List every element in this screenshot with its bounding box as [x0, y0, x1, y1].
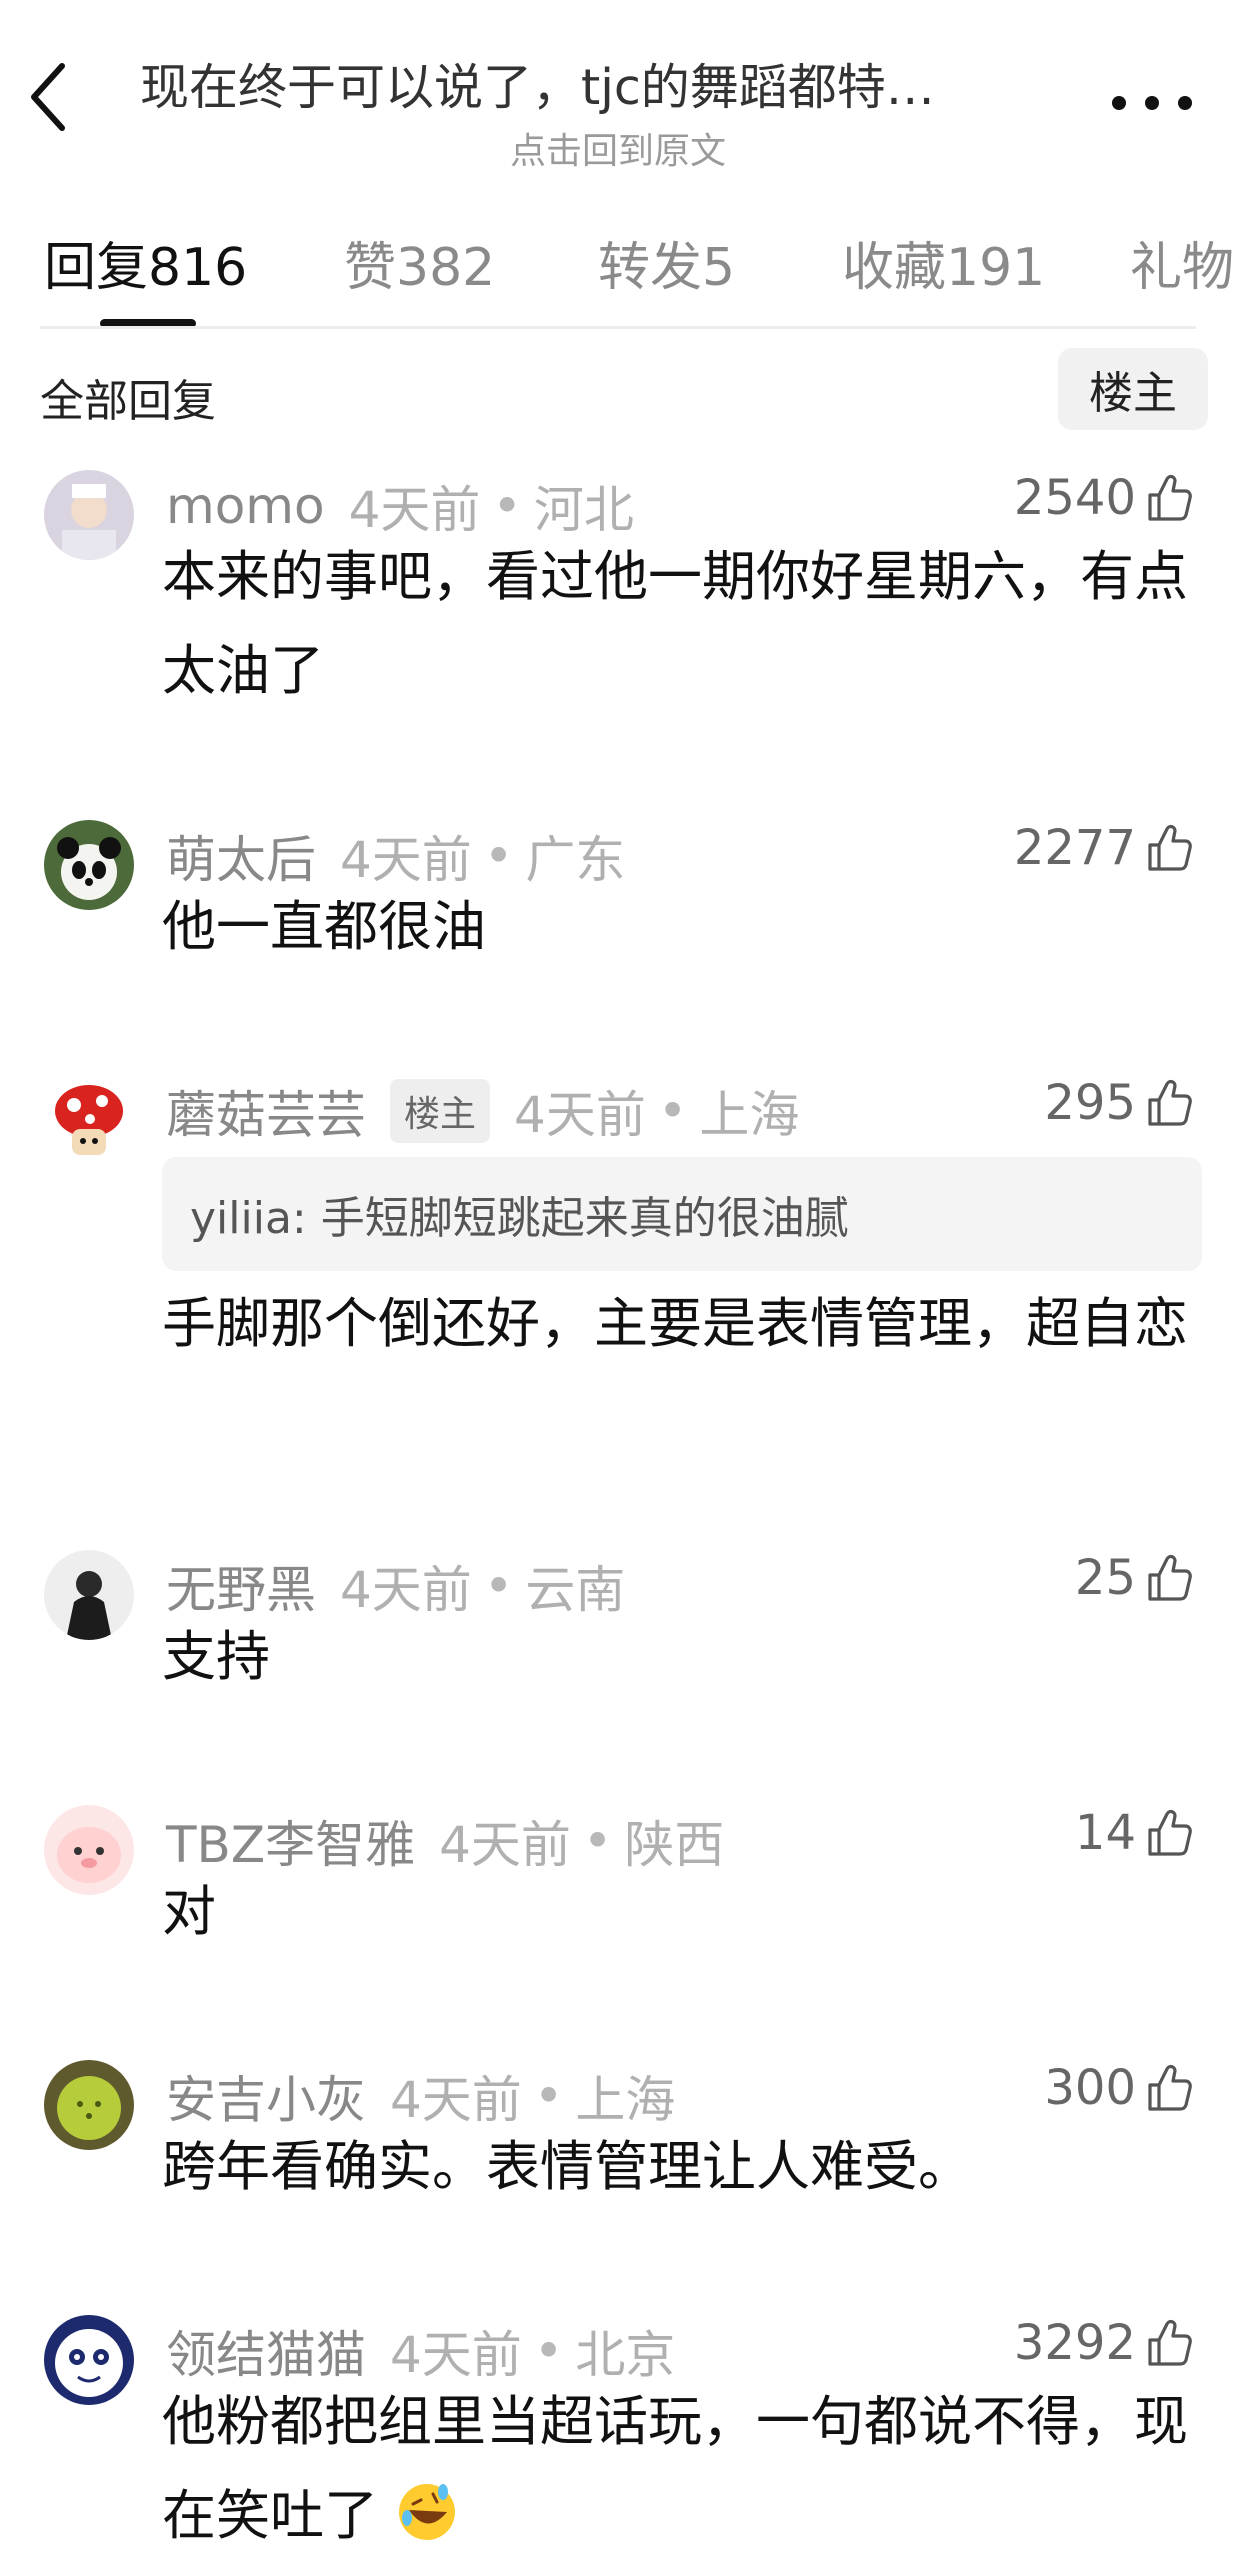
comment-text: 手脚那个倒还好，主要是表情管理，超自恋 [162, 1292, 1188, 1355]
tab-favorites[interactable]: 收藏191 [842, 225, 1045, 300]
tab-label: 转发 [598, 238, 703, 298]
tab-replies[interactable]: 回复816 [44, 225, 247, 300]
like-button[interactable]: 2277 [1014, 820, 1192, 876]
thumbs-up-icon [1148, 1554, 1192, 1601]
like-button[interactable]: 3292 [1014, 2315, 1192, 2371]
tab-likes[interactable]: 赞382 [344, 225, 495, 300]
tab-count: 382 [396, 238, 496, 298]
tab-count: 191 [946, 238, 1046, 298]
tab-count: 816 [148, 238, 248, 298]
separator-dot: • [657, 1082, 688, 1140]
tab-label: 收藏 [842, 238, 947, 298]
tab-count: 5 [702, 238, 736, 298]
more-dot [1178, 96, 1192, 110]
comment-text: 他一直都很油 [162, 895, 486, 958]
owner-badge: 楼主 [390, 1079, 491, 1143]
thumbs-up-icon [1148, 2319, 1192, 2366]
avatar[interactable] [44, 2060, 134, 2150]
comment-text: 跨年看确实。表情管理让人难受。 [162, 2135, 972, 2198]
separator-dot: • [582, 1812, 613, 1870]
comment-text: 支持 [162, 1625, 270, 1688]
username[interactable]: momo [166, 477, 325, 535]
comment-text: 他粉都把组里当超话玩，一句都说不得，现在笑吐了 [162, 2375, 1202, 2563]
rolling-laughing-emoji-icon [399, 2484, 456, 2540]
more-dot [1145, 96, 1159, 110]
comment-meta: 蘑菇芸芸 楼主 4天前 • 上海 [166, 1075, 799, 1147]
like-button[interactable]: 25 [1075, 1550, 1192, 1606]
top-bar: 现在终于可以说了，tjc的舞蹈都特… 点击回到原文 [0, 0, 1236, 172]
more-dots-icon [1112, 96, 1126, 110]
avatar[interactable] [44, 820, 134, 910]
like-button[interactable]: 295 [1044, 1075, 1192, 1131]
separator-dot: • [483, 1557, 514, 1615]
like-count: 295 [1044, 1075, 1136, 1131]
comment-text: 对 [162, 1880, 216, 1943]
owner-filter-button[interactable]: 楼主 [1058, 348, 1208, 430]
avatar[interactable] [44, 1550, 134, 1640]
separator-dot: • [483, 827, 514, 885]
back-to-original-link[interactable]: 点击回到原文 [0, 122, 1236, 174]
avatar[interactable] [44, 1075, 134, 1165]
comment-time: 4天前 [514, 1086, 646, 1144]
comment-text-content: 他粉都把组里当超话玩，一句都说不得，现在笑吐了 [162, 2390, 1188, 2547]
thumbs-up-icon [1148, 1079, 1192, 1126]
comment-region: 上海 [699, 1086, 800, 1144]
separator-dot: • [492, 477, 522, 535]
comment-text: 本来的事吧，看过他一期你好星期六，有点太油了 [162, 545, 1188, 702]
separator-dot: • [533, 2067, 564, 2125]
like-count: 300 [1044, 2060, 1136, 2116]
avatar[interactable] [44, 470, 134, 560]
post-title[interactable]: 现在终于可以说了，tjc的舞蹈都特… [140, 48, 1040, 119]
like-count: 25 [1074, 1550, 1136, 1606]
avatar[interactable] [44, 1805, 134, 1895]
like-count: 2540 [1013, 470, 1136, 526]
username[interactable]: 蘑菇芸芸 [166, 1075, 366, 1147]
like-count: 3292 [1013, 2315, 1136, 2371]
divider [40, 326, 1196, 329]
tab-label: 赞 [344, 238, 397, 298]
like-button[interactable]: 300 [1044, 2060, 1192, 2116]
more-button[interactable] [1112, 88, 1192, 118]
thumbs-up-icon [1148, 824, 1192, 871]
like-button[interactable]: 14 [1075, 1805, 1192, 1861]
all-replies-label: 全部回复 [40, 376, 216, 427]
tab-gifts[interactable]: 礼物 [1130, 225, 1236, 300]
avatar[interactable] [44, 2315, 134, 2405]
like-count: 2277 [1013, 820, 1136, 876]
separator-dot: • [533, 2322, 564, 2380]
tab-bar: 回复816 赞382 转发5 收藏191 礼物 [0, 225, 1236, 328]
thumbs-up-icon [1148, 474, 1192, 521]
like-button[interactable]: 2540 [1014, 470, 1192, 526]
thumbs-up-icon [1148, 2064, 1192, 2111]
tab-reposts[interactable]: 转发5 [598, 225, 735, 300]
thumbs-up-icon [1148, 1809, 1192, 1856]
tab-label: 回复 [44, 238, 149, 298]
quoted-reply[interactable]: yiliia: 手短脚短跳起来真的很油腻 [162, 1157, 1202, 1271]
tab-label: 礼物 [1130, 238, 1235, 298]
like-count: 14 [1074, 1805, 1136, 1861]
